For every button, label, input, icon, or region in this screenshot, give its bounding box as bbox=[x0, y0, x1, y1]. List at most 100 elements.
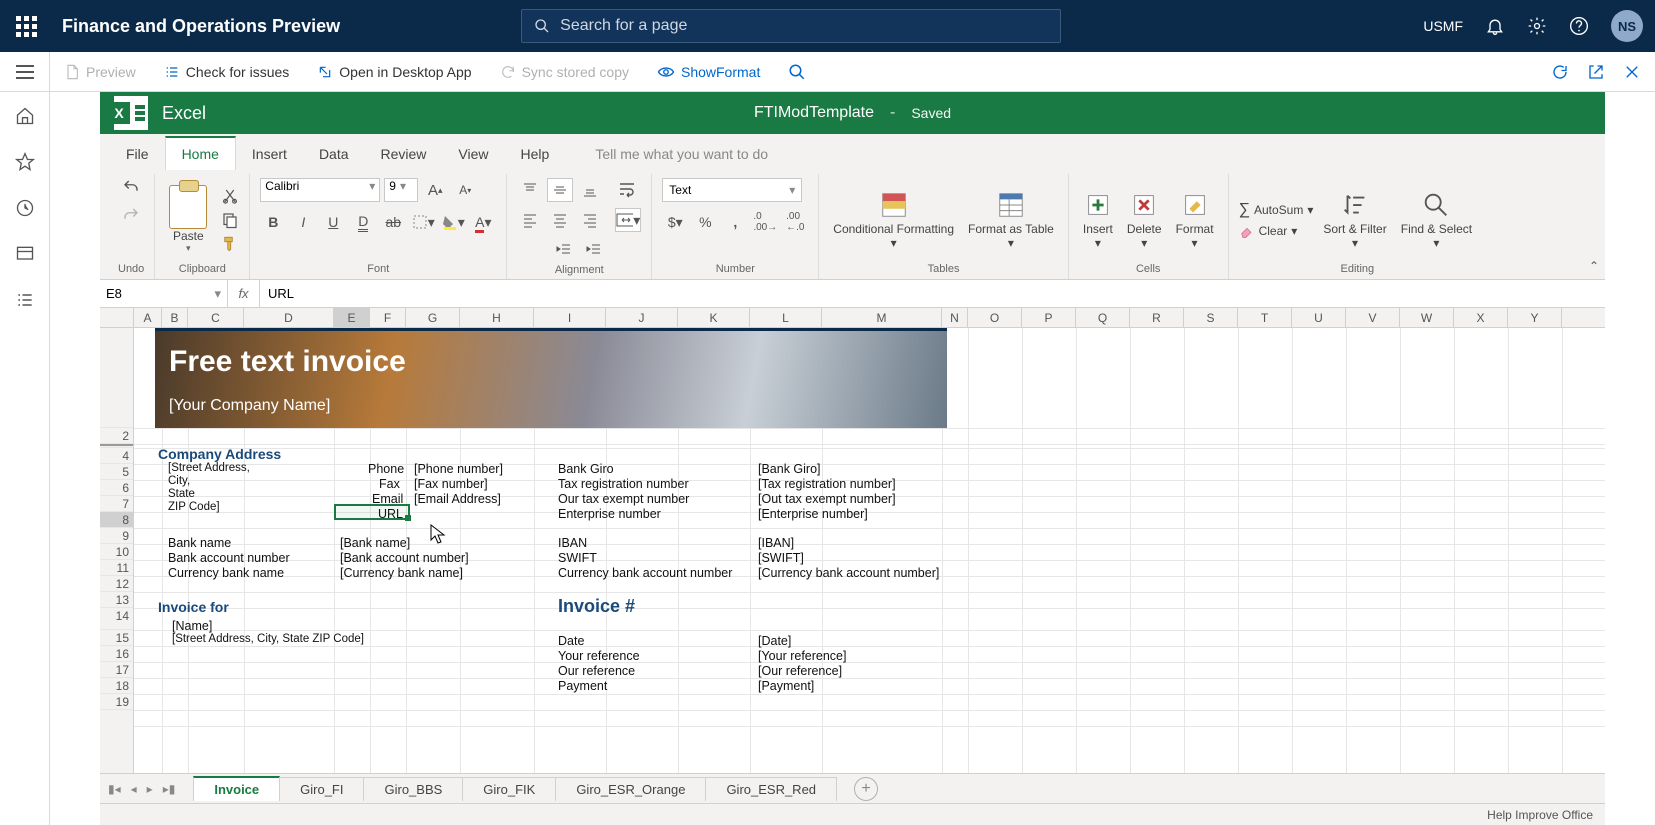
col-header[interactable]: K bbox=[678, 308, 750, 327]
row-header[interactable]: 15 bbox=[100, 630, 133, 646]
align-right-icon[interactable] bbox=[577, 208, 603, 232]
clear-button[interactable]: Clear ▾ bbox=[1239, 223, 1314, 239]
find-select-button[interactable]: Find & Select ▾ bbox=[1397, 190, 1476, 250]
col-header[interactable]: J bbox=[606, 308, 678, 327]
wrap-text-icon[interactable] bbox=[615, 178, 641, 202]
align-middle-icon[interactable] bbox=[547, 178, 573, 202]
fill-color-icon[interactable]: ▾ bbox=[440, 210, 466, 234]
col-header[interactable]: B bbox=[162, 308, 188, 327]
sheet-tab-invoice[interactable]: Invoice bbox=[193, 776, 280, 801]
close-icon[interactable] bbox=[1623, 63, 1641, 81]
border-icon[interactable]: ▾ bbox=[410, 210, 436, 234]
col-header[interactable]: D bbox=[244, 308, 334, 327]
double-underline-icon[interactable]: D bbox=[350, 210, 376, 234]
format-as-table-button[interactable]: Format as Table ▾ bbox=[964, 190, 1058, 250]
tell-me-input[interactable]: Tell me what you want to do bbox=[595, 146, 768, 170]
nav-toggle-button[interactable] bbox=[0, 52, 50, 91]
avatar[interactable]: NS bbox=[1611, 10, 1643, 42]
open-desktop-button[interactable]: Open in Desktop App bbox=[317, 64, 471, 80]
row-header[interactable]: 13 bbox=[100, 592, 133, 608]
col-header[interactable]: M bbox=[822, 308, 942, 327]
align-bottom-icon[interactable] bbox=[577, 178, 603, 202]
comma-format-icon[interactable]: , bbox=[722, 210, 748, 234]
col-header[interactable]: T bbox=[1238, 308, 1292, 327]
col-header[interactable]: Y bbox=[1508, 308, 1562, 327]
percent-format-icon[interactable]: % bbox=[692, 210, 718, 234]
tab-insert[interactable]: Insert bbox=[236, 138, 303, 170]
col-header[interactable]: F bbox=[370, 308, 406, 327]
col-header[interactable]: S bbox=[1184, 308, 1238, 327]
sheet-tab-giro-esr-red[interactable]: Giro_ESR_Red bbox=[705, 777, 837, 801]
row-header[interactable]: 19 bbox=[100, 694, 133, 710]
sheet-tab-giro-bbs[interactable]: Giro_BBS bbox=[363, 777, 463, 801]
preview-button[interactable]: Preview bbox=[64, 64, 136, 80]
cells-area[interactable]: Free text invoice [Your Company Name] Co… bbox=[134, 328, 1605, 773]
strikethrough-icon[interactable]: ab bbox=[380, 210, 406, 234]
increase-indent-icon[interactable] bbox=[581, 238, 607, 262]
col-header[interactable]: I bbox=[534, 308, 606, 327]
app-launcher-icon[interactable] bbox=[12, 12, 40, 40]
row-header[interactable]: 2 bbox=[100, 428, 133, 444]
col-header[interactable]: V bbox=[1346, 308, 1400, 327]
sheet-tab-giro-fik[interactable]: Giro_FIK bbox=[462, 777, 556, 801]
row-header[interactable]: 5 bbox=[100, 464, 133, 480]
row-header[interactable] bbox=[100, 328, 133, 428]
row-header[interactable]: 17 bbox=[100, 662, 133, 678]
sheet-first-icon[interactable]: ▮◂ bbox=[108, 782, 121, 796]
tab-review[interactable]: Review bbox=[365, 138, 443, 170]
col-header[interactable]: X bbox=[1454, 308, 1508, 327]
col-header[interactable]: E bbox=[334, 308, 370, 327]
sheet-last-icon[interactable]: ▸▮ bbox=[163, 782, 176, 796]
delete-cells-button[interactable]: Delete ▾ bbox=[1123, 190, 1166, 250]
popout-icon[interactable] bbox=[1587, 63, 1605, 81]
row-header[interactable]: 18 bbox=[100, 678, 133, 694]
bell-icon[interactable] bbox=[1485, 16, 1505, 36]
row-header[interactable]: 8 bbox=[100, 512, 133, 528]
spreadsheet-grid[interactable]: A B C D E F G H I J K L M N O P Q bbox=[100, 308, 1605, 773]
accounting-format-icon[interactable]: $▾ bbox=[662, 210, 688, 234]
collapse-ribbon-icon[interactable]: ⌃ bbox=[1589, 259, 1599, 273]
increase-decimal-icon[interactable]: .0.00→ bbox=[752, 210, 778, 234]
search-toolbar-icon[interactable] bbox=[788, 63, 806, 81]
sheet-tab-giro-esr-orange[interactable]: Giro_ESR_Orange bbox=[555, 777, 706, 801]
check-issues-button[interactable]: Check for issues bbox=[164, 64, 289, 80]
autosum-button[interactable]: ∑AutoSum ▾ bbox=[1239, 201, 1314, 219]
col-header[interactable]: O bbox=[968, 308, 1022, 327]
decrease-indent-icon[interactable] bbox=[551, 238, 577, 262]
selected-cell[interactable] bbox=[334, 504, 410, 520]
gear-icon[interactable] bbox=[1527, 16, 1547, 36]
format-painter-icon[interactable] bbox=[221, 235, 239, 253]
merge-icon[interactable]: ▾ bbox=[615, 208, 641, 232]
sheet-prev-icon[interactable]: ◂ bbox=[131, 782, 137, 796]
col-header[interactable]: U bbox=[1292, 308, 1346, 327]
col-header[interactable]: G bbox=[406, 308, 460, 327]
row-header[interactable]: 9 bbox=[100, 528, 133, 544]
align-left-icon[interactable] bbox=[517, 208, 543, 232]
tab-data[interactable]: Data bbox=[303, 138, 365, 170]
sort-filter-button[interactable]: Sort & Filter ▾ bbox=[1319, 190, 1390, 250]
insert-cells-button[interactable]: Insert ▾ bbox=[1079, 190, 1117, 250]
row-header[interactable]: 4 bbox=[100, 448, 133, 464]
row-header[interactable]: 6 bbox=[100, 480, 133, 496]
underline-icon[interactable]: U bbox=[320, 210, 346, 234]
recent-icon[interactable] bbox=[15, 198, 35, 218]
align-center-icon[interactable] bbox=[547, 208, 573, 232]
col-header[interactable]: Q bbox=[1076, 308, 1130, 327]
font-color-icon[interactable]: A▾ bbox=[470, 210, 496, 234]
redo-icon[interactable] bbox=[120, 206, 142, 224]
col-header[interactable]: A bbox=[134, 308, 162, 327]
align-top-icon[interactable] bbox=[517, 178, 543, 202]
col-header[interactable]: P bbox=[1022, 308, 1076, 327]
list-icon[interactable] bbox=[15, 290, 35, 310]
sheet-next-icon[interactable]: ▸ bbox=[147, 782, 153, 796]
increase-font-icon[interactable]: A▴ bbox=[422, 178, 448, 202]
page-search-input[interactable]: Search for a page bbox=[521, 9, 1061, 43]
name-box[interactable]: E8▾ bbox=[100, 280, 228, 307]
tab-view[interactable]: View bbox=[442, 138, 504, 170]
col-header[interactable]: C bbox=[188, 308, 244, 327]
number-format-select[interactable]: Text▾ bbox=[662, 178, 802, 202]
col-header[interactable]: L bbox=[750, 308, 822, 327]
row-header[interactable]: 16 bbox=[100, 646, 133, 662]
refresh-icon[interactable] bbox=[1551, 63, 1569, 81]
bold-icon[interactable]: B bbox=[260, 210, 286, 234]
